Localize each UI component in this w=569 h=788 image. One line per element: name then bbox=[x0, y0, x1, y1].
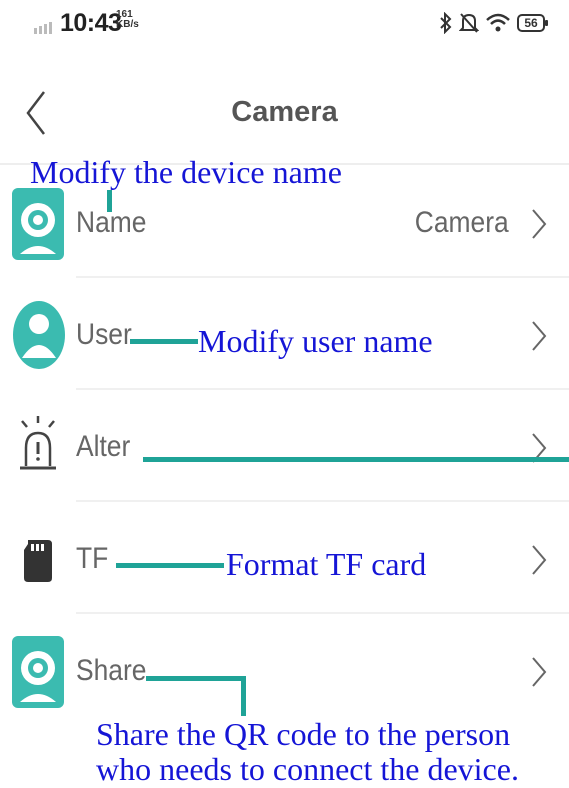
battery-level: 56 bbox=[524, 16, 538, 30]
divider bbox=[76, 500, 569, 502]
annotation-connector bbox=[146, 676, 246, 681]
divider bbox=[76, 612, 569, 614]
annotation-connector bbox=[241, 676, 246, 716]
annotation-share-line-1: Share the QR code to the person bbox=[96, 716, 511, 752]
camera-icon bbox=[12, 636, 64, 708]
chevron-right-icon bbox=[532, 545, 547, 575]
camera-icon bbox=[12, 188, 64, 260]
net-speed-unit: KB/s bbox=[116, 19, 139, 30]
net-speed: 161 KB/s bbox=[116, 10, 139, 30]
annotation-tf: Format TF card bbox=[226, 546, 427, 582]
device-name-value: Camera bbox=[415, 206, 509, 239]
divider bbox=[76, 388, 569, 390]
header: Camera bbox=[0, 70, 569, 160]
settings-row-label: Alter bbox=[76, 430, 131, 463]
settings-row-alter[interactable]: Alter bbox=[0, 392, 569, 502]
user-icon bbox=[13, 301, 65, 369]
annotation-connector bbox=[130, 339, 198, 344]
page-title: Camera bbox=[231, 96, 338, 128]
wifi-icon bbox=[486, 13, 510, 32]
settings-row-label: User bbox=[76, 318, 132, 351]
chevron-right-icon bbox=[532, 209, 547, 239]
annotation-connector bbox=[107, 190, 112, 212]
signal-icon bbox=[34, 22, 52, 34]
mute-icon bbox=[459, 13, 479, 33]
settings-row-label: Share bbox=[76, 654, 147, 687]
chevron-right-icon bbox=[532, 321, 547, 351]
settings-row-share[interactable]: Share bbox=[0, 616, 569, 726]
alarm-icon bbox=[20, 416, 56, 470]
annotation-share-line-2: who needs to connect the device. bbox=[96, 751, 519, 787]
status-icons: 56 bbox=[439, 10, 549, 36]
annotation-user: Modify user name bbox=[198, 323, 433, 359]
chevron-right-icon bbox=[532, 657, 547, 687]
battery-icon: 56 bbox=[517, 14, 548, 32]
bluetooth-icon bbox=[440, 12, 452, 34]
annotation-connector bbox=[116, 563, 224, 568]
clock: 10:43 bbox=[60, 9, 122, 37]
settings-row-label: TF bbox=[76, 542, 109, 575]
divider bbox=[76, 276, 569, 278]
status-bar: 10:43 161 KB/s 56 bbox=[0, 0, 569, 48]
annotation-connector bbox=[143, 457, 569, 462]
sd-card-icon bbox=[24, 540, 52, 582]
annotation-name: Modify the device name bbox=[30, 154, 342, 190]
